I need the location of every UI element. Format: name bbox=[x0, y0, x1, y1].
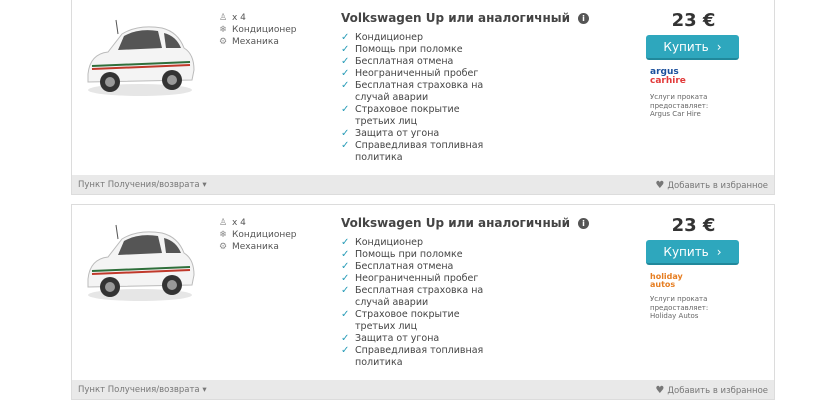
gearbox-icon: ⚙ bbox=[218, 242, 228, 252]
provider-info: Услуги проката предоставляет: Argus Car … bbox=[650, 93, 709, 118]
snowflake-icon: ❄ bbox=[219, 25, 227, 35]
transmission-spec: ⚙ Механика bbox=[218, 242, 279, 252]
add-favorite-button[interactable]: ♥ Добавить в избранное bbox=[655, 385, 768, 396]
ac-spec: ❄ Кондиционер bbox=[219, 230, 297, 240]
car-specs: ♙ x 4 ❄ Кондиционер ⚙ Механика bbox=[218, 217, 297, 253]
list-item: ✓ Страховое покрытие третьих лиц bbox=[341, 309, 460, 332]
chevron-right-icon: › bbox=[716, 244, 722, 259]
info-icon[interactable]: i bbox=[578, 217, 590, 229]
person-icon: ♙ bbox=[218, 218, 228, 228]
check-icon: ✓ bbox=[341, 68, 350, 79]
list-item: ✓ Кондиционер bbox=[341, 237, 424, 248]
buy-button[interactable]: Купить › bbox=[646, 240, 739, 265]
price: 23 € bbox=[671, 10, 716, 31]
passengers-spec: ♙ x 4 bbox=[218, 13, 246, 23]
car-listing-card: ♙ x 4 ❄ Кондиционер ⚙ Механика Volkswagen U… bbox=[71, 204, 775, 400]
pickup-dropdown[interactable]: Пункт Получения/возврата ▾ bbox=[78, 180, 207, 190]
chevron-right-icon: › bbox=[716, 39, 722, 54]
card-footer: Пункт Получения/возврата ▾ ♥ Добавить в и… bbox=[72, 380, 774, 399]
heart-icon: ♥ bbox=[655, 180, 665, 191]
check-icon: ✓ bbox=[341, 309, 350, 320]
list-item: ✓ Бесплатная отмена bbox=[341, 261, 454, 272]
list-item: ✓ Неограниченный пробег bbox=[341, 273, 479, 284]
check-icon: ✓ bbox=[341, 261, 350, 272]
caret-down-icon: ▾ bbox=[202, 385, 207, 395]
check-icon: ✓ bbox=[341, 285, 350, 296]
car-listing-card: ♙ x 4 ❄ Кондиционер ⚙ Механика Volkswagen U… bbox=[71, 0, 775, 195]
list-item: ✓ Помощь при поломке bbox=[341, 249, 463, 260]
check-icon: ✓ bbox=[341, 140, 350, 151]
caret-down-icon: ▾ bbox=[202, 180, 207, 190]
car-specs: ♙ x 4 ❄ Кондиционер ⚙ Механика bbox=[218, 12, 297, 48]
card-footer: Пункт Получения/возврата ▾ ♥ Добавить в и… bbox=[72, 175, 774, 194]
feature-list: ✓ Кондиционер ✓ Помощь при поломке ✓ Беспла… bbox=[341, 32, 501, 164]
list-item: ✓ Справедливая топливная политика bbox=[341, 140, 484, 163]
transmission-spec: ⚙ Механика bbox=[218, 37, 279, 47]
person-icon: ♙ bbox=[218, 13, 228, 23]
list-item: ✓ Бесплатная страховка на случай аварии bbox=[341, 80, 484, 103]
car-image[interactable] bbox=[78, 213, 202, 313]
buy-button[interactable]: Купить › bbox=[646, 35, 739, 60]
check-icon: ✓ bbox=[341, 249, 350, 260]
check-icon: ✓ bbox=[341, 333, 350, 344]
car-title: Volkswagen Up или аналогичный i bbox=[341, 216, 590, 230]
provider-info: Услуги проката предоставляет: Holiday Au… bbox=[650, 295, 709, 320]
price: 23 € bbox=[671, 215, 716, 236]
list-item: ✓ Кондиционер bbox=[341, 32, 424, 43]
list-item: ✓ Бесплатная отмена bbox=[341, 56, 454, 67]
check-icon: ✓ bbox=[341, 44, 350, 55]
add-favorite-button[interactable]: ♥ Добавить в избранное bbox=[655, 180, 768, 191]
check-icon: ✓ bbox=[341, 32, 350, 43]
snowflake-icon: ❄ bbox=[219, 230, 227, 240]
check-icon: ✓ bbox=[341, 345, 350, 356]
feature-list: ✓ Кондиционер ✓ Помощь при поломке ✓ Беспла… bbox=[341, 237, 501, 369]
list-item: ✓ Защита от угона bbox=[341, 128, 440, 139]
check-icon: ✓ bbox=[341, 237, 350, 248]
check-icon: ✓ bbox=[341, 56, 350, 67]
check-icon: ✓ bbox=[341, 80, 350, 91]
provider-logo: holiday autos bbox=[650, 272, 683, 289]
check-icon: ✓ bbox=[341, 128, 350, 139]
check-icon: ✓ bbox=[341, 273, 350, 284]
list-item: ✓ Неограниченный пробег bbox=[341, 68, 479, 79]
check-icon: ✓ bbox=[341, 104, 350, 115]
list-item: ✓ Страховое покрытие третьих лиц bbox=[341, 104, 460, 127]
gearbox-icon: ⚙ bbox=[218, 37, 228, 47]
heart-icon: ♥ bbox=[655, 385, 665, 396]
ac-spec: ❄ Кондиционер bbox=[219, 25, 297, 35]
car-title: Volkswagen Up или аналогичный i bbox=[341, 11, 590, 25]
info-icon[interactable]: i bbox=[578, 12, 590, 24]
list-item: ✓ Помощь при поломке bbox=[341, 44, 463, 55]
list-item: ✓ Справедливая топливная политика bbox=[341, 345, 484, 368]
provider-logo: argus carhire bbox=[650, 67, 686, 86]
pickup-dropdown[interactable]: Пункт Получения/возврата ▾ bbox=[78, 385, 207, 395]
car-image[interactable] bbox=[78, 8, 202, 108]
passengers-spec: ♙ x 4 bbox=[218, 218, 246, 228]
list-item: ✓ Защита от угона bbox=[341, 333, 440, 344]
list-item: ✓ Бесплатная страховка на случай аварии bbox=[341, 285, 484, 308]
